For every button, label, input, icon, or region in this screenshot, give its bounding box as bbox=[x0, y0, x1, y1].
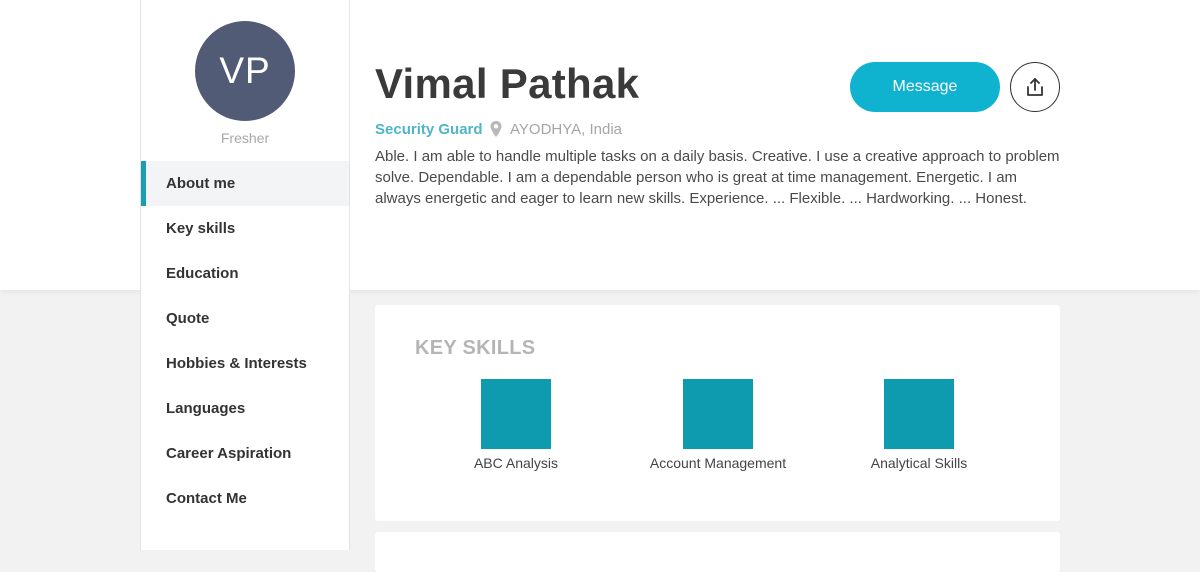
key-skills-card: KEY SKILLS ABC Analysis Account Manageme… bbox=[375, 305, 1060, 521]
skill-label: Account Management bbox=[649, 455, 787, 471]
sidebar-item-hobbies-interests[interactable]: Hobbies & Interests bbox=[141, 341, 349, 386]
skill-tile bbox=[481, 379, 551, 449]
skill-label: ABC Analysis bbox=[473, 455, 559, 471]
sidebar-item-about-me[interactable]: About me bbox=[141, 161, 349, 206]
share-button[interactable] bbox=[1010, 62, 1060, 112]
next-section-card bbox=[375, 532, 1060, 572]
sidebar-item-languages[interactable]: Languages bbox=[141, 386, 349, 431]
sidebar-item-career-aspiration[interactable]: Career Aspiration bbox=[141, 431, 349, 476]
avatar: VP bbox=[195, 21, 295, 121]
message-button[interactable]: Message bbox=[850, 62, 1000, 112]
profile-name: Vimal Pathak bbox=[375, 60, 640, 107]
job-title: Security Guard bbox=[375, 121, 483, 138]
skill-tile bbox=[683, 379, 753, 449]
skill-item: ABC Analysis bbox=[416, 379, 616, 471]
sidebar-item-education[interactable]: Education bbox=[141, 251, 349, 296]
skill-label: Analytical Skills bbox=[870, 455, 968, 471]
skill-item: Account Management bbox=[618, 379, 818, 471]
sidebar-item-key-skills[interactable]: Key skills bbox=[141, 206, 349, 251]
location-pin-icon bbox=[490, 121, 502, 137]
sidebar-nav: About me Key skills Education Quote Hobb… bbox=[141, 161, 349, 521]
status-label: Fresher bbox=[220, 130, 270, 146]
profile-bio: Able. I am able to handle multiple tasks… bbox=[375, 148, 1060, 207]
skill-tile bbox=[884, 379, 954, 449]
key-skills-title: KEY SKILLS bbox=[415, 337, 536, 359]
location-text: AYODHYA, India bbox=[510, 121, 622, 138]
sidebar-item-contact-me[interactable]: Contact Me bbox=[141, 476, 349, 521]
sidebar: VP Fresher About me Key skills Education… bbox=[140, 0, 350, 550]
share-upload-icon bbox=[1027, 78, 1043, 96]
avatar-initials: VP bbox=[219, 50, 271, 91]
skill-item: Analytical Skills bbox=[819, 379, 1019, 471]
sidebar-item-quote[interactable]: Quote bbox=[141, 296, 349, 341]
